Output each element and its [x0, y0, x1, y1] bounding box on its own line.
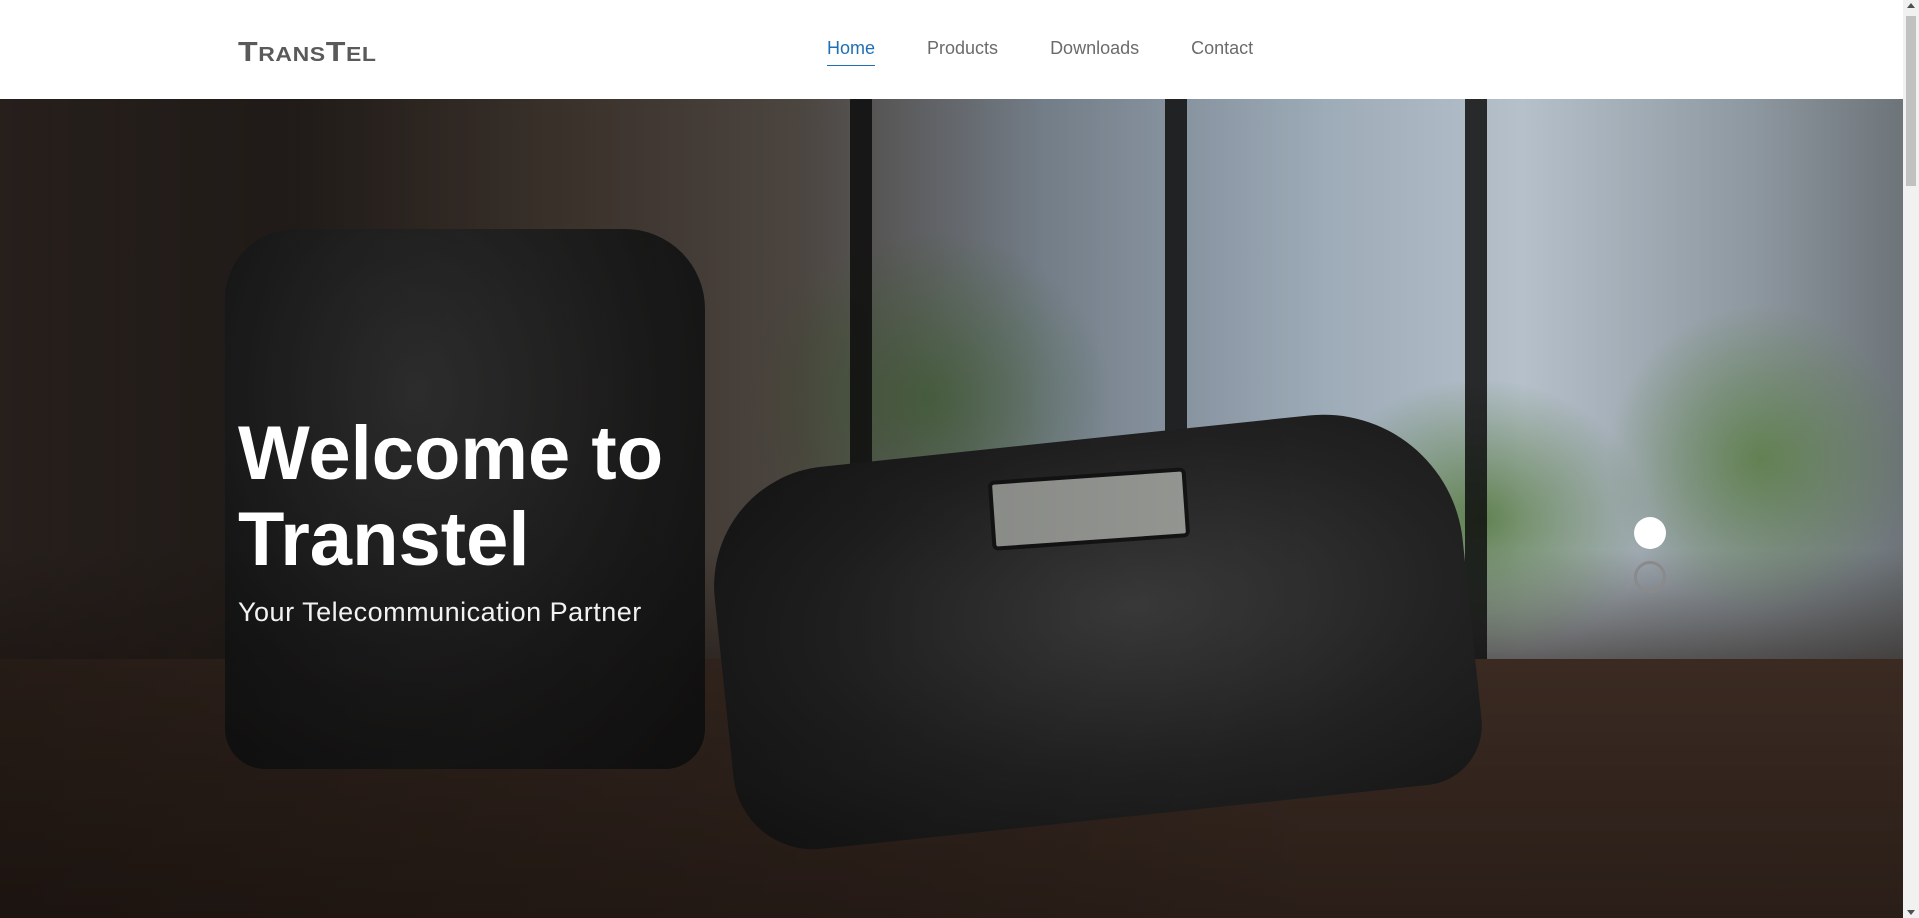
scrollbar-thumb[interactable]: [1906, 16, 1916, 186]
hero-title: Welcome to Transtel: [238, 411, 664, 582]
transtel-logo[interactable]: TransTel: [238, 36, 377, 68]
nav-link-home[interactable]: Home: [827, 36, 876, 66]
page-scrollbar[interactable]: [1903, 0, 1919, 918]
hero-banner: Welcome to Transtel Your Telecommunicati…: [0, 99, 1903, 918]
carousel-dot-1[interactable]: [1634, 517, 1666, 549]
nav-link-products[interactable]: Products: [927, 36, 998, 66]
scroll-up-arrow-icon[interactable]: [1907, 3, 1915, 8]
carousel-dot-2[interactable]: [1634, 561, 1666, 593]
nav-link-downloads[interactable]: Downloads: [1050, 36, 1139, 66]
scroll-down-arrow-icon[interactable]: [1907, 910, 1915, 915]
nav-link-contact[interactable]: Contact: [1191, 36, 1253, 66]
main-nav: Home Products Downloads Contact: [827, 36, 1253, 66]
top-navigation-bar: TransTel Home Products Downloads Contact: [0, 0, 1903, 99]
hero-subtitle: Your Telecommunication Partner: [238, 597, 642, 627]
